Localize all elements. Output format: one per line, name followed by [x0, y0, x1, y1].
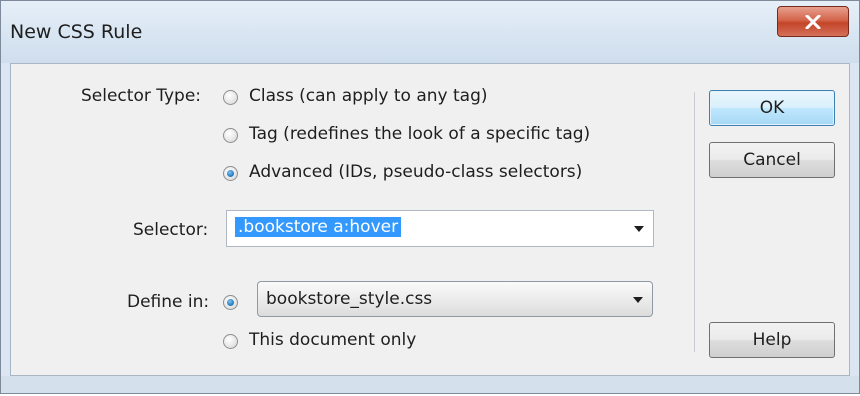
ok-button[interactable]: OK: [709, 90, 835, 126]
radio-tag[interactable]: [223, 128, 238, 143]
title-bar[interactable]: New CSS Rule: [1, 1, 859, 63]
close-button[interactable]: [777, 6, 849, 37]
dialog-body: Selector Type: Class (can apply to any t…: [10, 63, 850, 376]
selector-label: Selector:: [133, 220, 209, 240]
radio-document-only[interactable]: [223, 334, 238, 349]
radio-document-only-label[interactable]: This document only: [249, 330, 416, 350]
new-css-rule-dialog: New CSS Rule Selector Type: Class (can a…: [0, 0, 860, 394]
radio-define-in-file[interactable]: [223, 295, 238, 310]
radio-tag-label[interactable]: Tag (redefines the look of a specific ta…: [249, 124, 590, 144]
radio-advanced-label[interactable]: Advanced (IDs, pseudo-class selectors): [249, 162, 582, 182]
radio-class-label[interactable]: Class (can apply to any tag): [249, 86, 488, 106]
chevron-down-icon[interactable]: [634, 226, 644, 232]
define-in-label: Define in:: [127, 292, 210, 312]
window-title: New CSS Rule: [10, 21, 143, 43]
radio-advanced[interactable]: [223, 166, 238, 181]
selector-combobox[interactable]: .bookstore a:hover: [226, 210, 654, 247]
selector-input-value[interactable]: .bookstore a:hover: [235, 217, 402, 237]
help-button[interactable]: Help: [709, 322, 835, 358]
stylesheet-select-value: bookstore_style.css: [266, 289, 433, 309]
cancel-button[interactable]: Cancel: [709, 142, 835, 178]
radio-class[interactable]: [223, 90, 238, 105]
divider: [694, 92, 695, 352]
stylesheet-select[interactable]: bookstore_style.css: [257, 281, 653, 317]
selector-type-label: Selector Type:: [81, 86, 202, 106]
close-x-icon: [805, 14, 821, 29]
chevron-down-icon[interactable]: [633, 297, 643, 303]
window-frame-bottom: [1, 376, 859, 393]
